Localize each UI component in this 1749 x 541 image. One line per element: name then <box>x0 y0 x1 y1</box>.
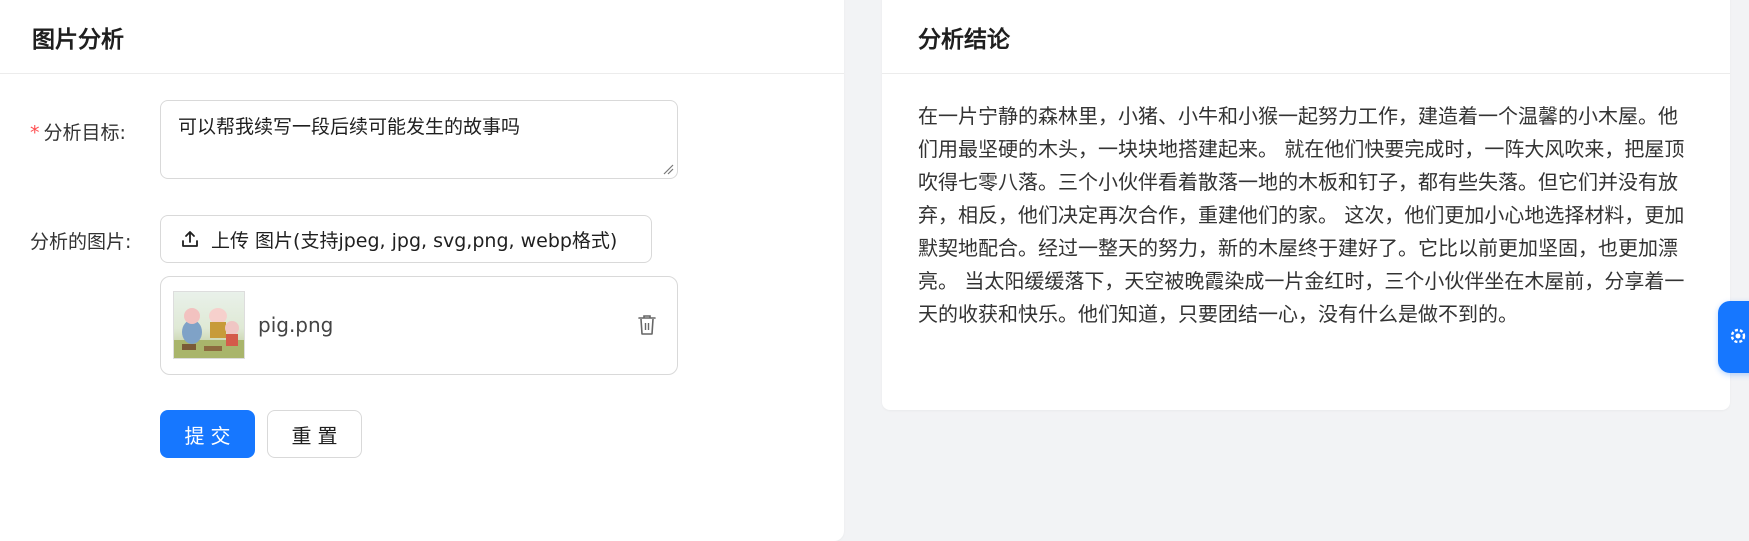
panel-title: 图片分析 <box>0 0 844 74</box>
image-analysis-panel: 图片分析 * 分析目标: 可以帮我续写一段后续可能发生的故事吗 分析的图片: 上传… <box>0 0 844 541</box>
upload-icon <box>182 231 198 247</box>
uploaded-file-item: pig.png <box>160 276 678 375</box>
resize-handle-icon[interactable] <box>662 163 674 175</box>
reset-button[interactable]: 重置 <box>267 410 362 458</box>
analysis-result-panel: 分析结论 在一片宁静的森林里，小猪、小牛和小猴一起努力工作，建造着一个温馨的小木… <box>882 0 1730 410</box>
image-thumbnail[interactable] <box>173 291 245 359</box>
target-label: * 分析目标: <box>30 118 126 145</box>
file-name[interactable]: pig.png <box>258 313 333 337</box>
target-label-text: 分析目标: <box>43 122 126 144</box>
panel-title: 分析结论 <box>882 0 1730 74</box>
analysis-target-value: 可以帮我续写一段后续可能发生的故事吗 <box>178 116 521 138</box>
submit-button[interactable]: 提交 <box>160 410 255 458</box>
settings-float-button[interactable] <box>1718 301 1749 373</box>
upload-image-button[interactable]: 上传 图片(支持jpeg, jpg, svg,png, webp格式) <box>160 215 652 263</box>
upload-label: 上传 图片(支持jpeg, jpg, svg,png, webp格式) <box>211 229 618 252</box>
required-mark: * <box>30 122 40 144</box>
pig-illustration <box>174 308 244 358</box>
settings-icon <box>1730 328 1746 344</box>
analysis-result-text: 在一片宁静的森林里，小猪、小牛和小猴一起努力工作，建造着一个温馨的小木屋。他们用… <box>918 104 1685 326</box>
image-label: 分析的图片: <box>30 231 132 253</box>
analysis-target-textarea[interactable]: 可以帮我续写一段后续可能发生的故事吗 <box>160 100 678 179</box>
delete-icon[interactable] <box>637 314 657 336</box>
